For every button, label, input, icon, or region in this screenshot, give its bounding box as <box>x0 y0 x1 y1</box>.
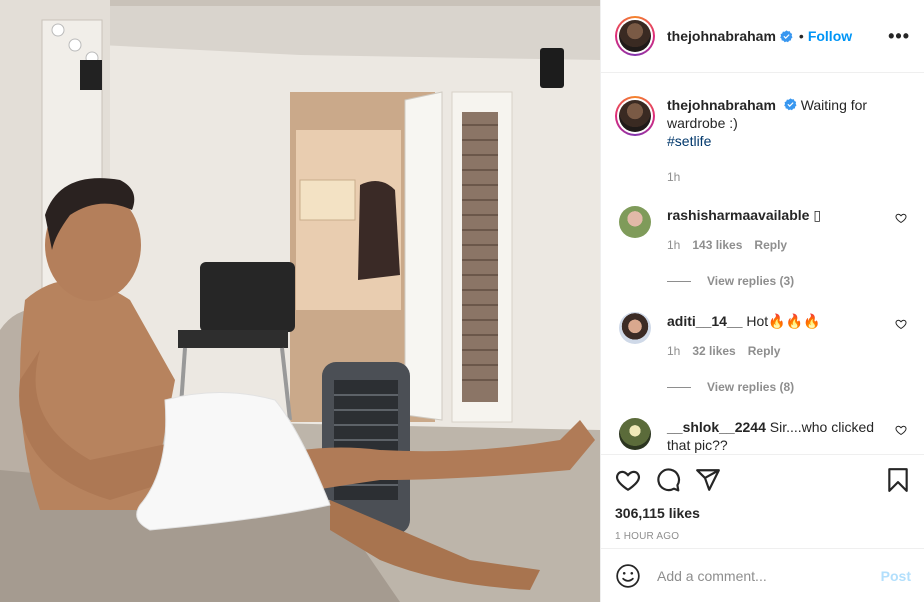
separator-dot: • <box>798 28 804 44</box>
comments-list[interactable]: thejohnabraham Waiting for wardrobe :) #… <box>601 74 924 454</box>
post-side-panel: thejohnabraham • Follow ••• thejohnabrah… <box>600 0 924 602</box>
caption-time: 1h <box>667 170 681 184</box>
comment-text: ▯ <box>813 207 822 223</box>
comment-likes[interactable]: 32 likes <box>692 342 735 360</box>
comment-like-heart-icon[interactable] <box>895 424 907 436</box>
post-caption: thejohnabraham Waiting for wardrobe :) #… <box>615 74 911 150</box>
view-replies-button[interactable]: View replies (3) <box>667 274 911 288</box>
post-comment-button[interactable]: Post <box>881 568 911 584</box>
comment-avatar[interactable] <box>619 206 651 238</box>
comment-like-heart-icon[interactable] <box>895 318 907 330</box>
comment-icon[interactable] <box>655 467 681 493</box>
reply-button[interactable]: Reply <box>748 342 781 360</box>
add-comment-input[interactable] <box>657 567 877 584</box>
caption-avatar[interactable] <box>615 96 655 136</box>
bookmark-icon[interactable] <box>885 467 911 493</box>
post-timestamp[interactable]: 1 HOUR AGO <box>615 531 911 542</box>
verified-badge-icon <box>783 98 797 111</box>
comment-likes[interactable]: 143 likes <box>692 236 742 254</box>
share-icon[interactable] <box>695 467 721 493</box>
author-avatar[interactable] <box>615 16 655 56</box>
more-options-icon[interactable]: ••• <box>888 27 910 45</box>
comment-username[interactable]: rashisharmaavailable <box>667 207 809 223</box>
post-header: thejohnabraham • Follow ••• <box>601 0 924 73</box>
smiley-icon[interactable] <box>615 563 641 589</box>
post-photo[interactable] <box>0 0 600 602</box>
comment-item: __shlok__2244 Sir....who clicked that pi… <box>615 418 911 454</box>
post-photo-illustration <box>0 0 600 602</box>
comment-item: aditi__14__ Hot🔥🔥🔥 1h 32 likes Reply <box>615 312 911 360</box>
reply-button[interactable]: Reply <box>754 236 787 254</box>
caption-hashtag[interactable]: #setlife <box>667 132 882 150</box>
post-actions: 306,115 likes 1 HOUR AGO <box>601 454 924 542</box>
comment-username[interactable]: aditi__14__ <box>667 313 743 329</box>
likes-count[interactable]: 306,115 likes <box>615 505 911 521</box>
add-comment-bar: Post <box>601 548 924 602</box>
comment-text: Hot🔥🔥🔥 <box>746 313 821 329</box>
comment-time: 1h <box>667 238 681 252</box>
heart-icon[interactable] <box>615 467 641 493</box>
author-username[interactable]: thejohnabraham <box>667 28 776 44</box>
comment-time: 1h <box>667 344 681 358</box>
comment-item: rashisharmaavailable ▯ 1h 143 likes Repl… <box>615 206 911 254</box>
view-replies-button[interactable]: View replies (8) <box>667 380 911 394</box>
comment-avatar[interactable] <box>619 418 651 450</box>
follow-button[interactable]: Follow <box>808 28 852 44</box>
comment-username[interactable]: __shlok__2244 <box>667 419 766 435</box>
comment-like-heart-icon[interactable] <box>895 212 907 224</box>
comment-avatar[interactable] <box>619 312 651 344</box>
caption-username[interactable]: thejohnabraham <box>667 97 776 113</box>
verified-badge-icon <box>780 29 793 42</box>
